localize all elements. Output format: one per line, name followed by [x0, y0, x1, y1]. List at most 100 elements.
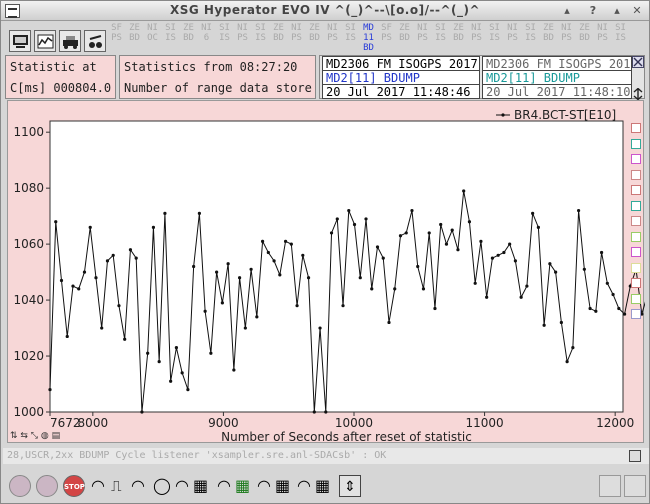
series-toggle-icon[interactable] — [631, 200, 641, 211]
print-button[interactable] — [59, 30, 81, 52]
status-cell-text: NI — [507, 23, 518, 33]
status-cell-text: PS — [237, 33, 248, 43]
pause-icon[interactable] — [9, 475, 31, 497]
series-toggle-icon[interactable] — [631, 123, 641, 133]
x-tick-label: 7672 — [50, 416, 81, 430]
stop-icon[interactable]: STOP — [63, 475, 85, 497]
dataset2-item[interactable]: MD2[11] BDUMP — [482, 70, 632, 85]
play-icon[interactable] — [36, 475, 58, 497]
data-point — [169, 379, 173, 383]
status-cell[interactable]: ZE BD — [307, 23, 322, 53]
status-cell-text: SI — [525, 23, 536, 33]
status-expand-icon[interactable] — [629, 450, 641, 462]
data-point — [594, 309, 598, 313]
data-point — [571, 346, 575, 350]
data-point — [105, 259, 110, 263]
status-cell[interactable]: ZE BD — [397, 23, 412, 53]
data-point — [249, 267, 253, 271]
status-cell-text: NI — [471, 23, 482, 33]
data-point — [617, 306, 621, 311]
refresh-icon[interactable] — [599, 475, 621, 497]
status-cell[interactable]: SI IS — [523, 23, 538, 53]
dataset1-item[interactable]: MD2[11] BDUMP — [322, 70, 480, 85]
status-cell[interactable]: NI PS — [325, 23, 340, 53]
status-cell[interactable]: ZE BD — [127, 23, 142, 53]
status-cell[interactable]: MD 11 BD — [361, 23, 376, 53]
status-cell[interactable]: SI IS — [217, 23, 232, 53]
series-toggle-icon[interactable] — [631, 247, 641, 257]
status-cell-text: NI — [327, 23, 338, 33]
series-toggle-icon[interactable] — [631, 138, 641, 149]
status-cell-text: NI — [291, 23, 302, 33]
table-icon[interactable]: ▦ — [235, 475, 257, 497]
data-point — [398, 234, 403, 238]
cycle-icon[interactable]: ◠ — [91, 475, 113, 497]
pulse-icon[interactable]: ⎍ — [111, 475, 133, 497]
series-toggle-icon[interactable] — [631, 185, 641, 195]
line-chart[interactable]: 1000 1020 1040 1060 1080 1100 76728000 9000 1000… — [8, 101, 645, 444]
status-cell[interactable]: SI IS — [163, 23, 178, 53]
status-cell-text: OC — [147, 33, 158, 43]
status-cell[interactable]: SI IS — [343, 23, 358, 53]
cycle-icon-2[interactable]: ◠ — [131, 475, 153, 497]
zoom-fit-icon[interactable]: ⇕ — [339, 475, 361, 497]
chart-view-button[interactable] — [34, 30, 56, 52]
series-toggle-icon[interactable] — [631, 231, 641, 242]
status-cell[interactable]: NI PS — [415, 23, 430, 53]
circle-icon[interactable]: ◯ — [153, 475, 175, 497]
status-cell[interactable]: SI IS — [253, 23, 268, 53]
series-toggle-icon[interactable] — [631, 309, 641, 319]
dataset2-name[interactable]: MD2306_FM_ISOGPS_2017 — [482, 56, 632, 71]
data-point — [588, 306, 592, 311]
series-toggle-icon[interactable] — [631, 293, 641, 304]
status-cell[interactable]: NI PS — [469, 23, 484, 53]
series-toggle-icon[interactable] — [631, 278, 641, 288]
status-cell[interactable]: SI IS — [433, 23, 448, 53]
grid-icon[interactable]: ▦ — [193, 475, 215, 497]
status-cell-text: ZE — [399, 23, 410, 33]
status-cell[interactable]: NI 6 — [199, 23, 214, 53]
statistics-from-label: Statistics from 08:27:20 — [124, 60, 298, 74]
table-icon-2[interactable]: ▦ — [275, 475, 297, 497]
minimize-icon[interactable]: ▴ — [559, 3, 575, 19]
maximize-icon[interactable]: ? — [585, 3, 601, 19]
chart-tool-icons[interactable]: ⇅ ⇆ ⤡ ◍ ▤ — [10, 431, 60, 441]
settings-icon[interactable] — [624, 475, 646, 497]
dataset1-name[interactable]: MD2306_FM_ISOGPS_2017 — [322, 56, 480, 71]
status-cell[interactable]: SF PS — [379, 23, 394, 53]
status-cell[interactable]: NI PS — [559, 23, 574, 53]
x-axis-label: Number of Seconds after reset of statist… — [221, 430, 472, 444]
status-cell[interactable]: ZE BD — [181, 23, 196, 53]
status-cell[interactable]: NI OC — [145, 23, 160, 53]
status-cell-text: SI — [165, 23, 176, 33]
data-point — [456, 248, 460, 252]
series-toggle-icon[interactable] — [631, 154, 641, 164]
close-icon[interactable]: ✕ — [629, 3, 645, 19]
status-cell[interactable]: SF PS — [109, 23, 124, 53]
status-cell[interactable]: SI IS — [487, 23, 502, 53]
series-toggle-icon[interactable] — [631, 216, 641, 226]
status-cell[interactable]: ZE BD — [577, 23, 592, 53]
status-cell[interactable]: NI PS — [595, 23, 610, 53]
status-cell[interactable]: ZE BD — [451, 23, 466, 53]
status-cell[interactable]: NI PS — [289, 23, 304, 53]
status-cell-text: BD — [453, 33, 464, 43]
chart-icon — [37, 34, 54, 49]
display-button[interactable] — [9, 30, 31, 52]
resize-dataset-icon[interactable] — [632, 85, 644, 101]
title-bar[interactable]: XSG Hyperator EVO IV ^(_)^--\[o.o]/--^(_… — [1, 1, 649, 21]
status-cell[interactable]: ZE BD — [541, 23, 556, 53]
status-cell[interactable]: ZE BD — [271, 23, 286, 53]
series-toggle-icon[interactable] — [631, 169, 641, 180]
series-toggle-icon[interactable] — [631, 262, 641, 273]
grid-icon-2[interactable]: ▦ — [315, 475, 337, 497]
status-cell[interactable]: SI IS — [613, 23, 628, 53]
shade-icon[interactable]: ▴ — [609, 3, 625, 19]
status-cell[interactable]: NI PS — [235, 23, 250, 53]
data-point — [174, 346, 179, 350]
close-dataset-icon[interactable] — [632, 56, 644, 68]
tools-button[interactable] — [84, 30, 106, 52]
data-point — [490, 256, 495, 260]
status-cell[interactable]: NI PS — [505, 23, 520, 53]
data-point — [479, 239, 483, 243]
